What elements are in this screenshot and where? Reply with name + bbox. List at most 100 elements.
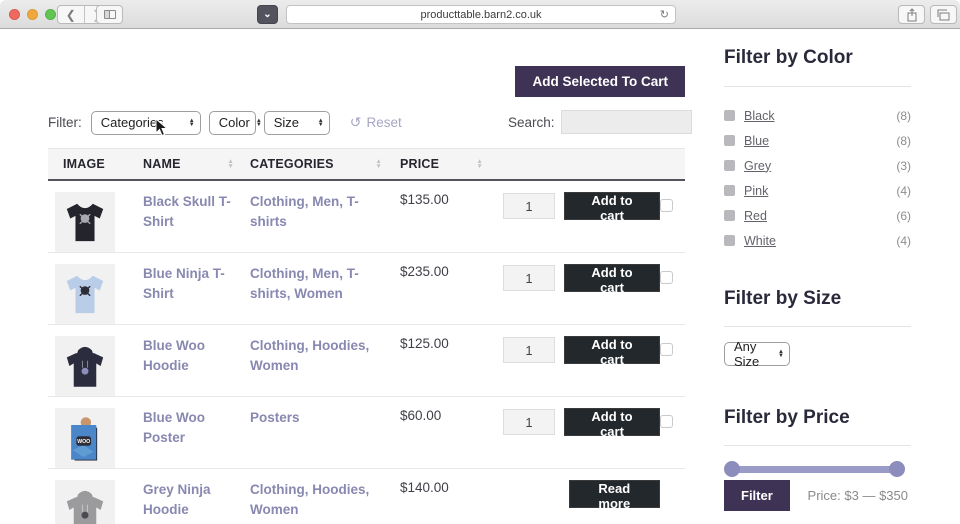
zoom-window-button[interactable]: [45, 9, 56, 20]
product-name-link[interactable]: Grey Ninja Hoodie: [143, 480, 234, 519]
add-to-cart-button[interactable]: Add to cart: [564, 192, 660, 220]
color-filter-link[interactable]: Grey: [744, 159, 771, 173]
price-range-slider: [724, 461, 905, 477]
sidebar-icon: [104, 10, 116, 19]
category-link[interactable]: Women: [294, 286, 343, 301]
slider-handle-min[interactable]: [724, 461, 740, 477]
reload-icon[interactable]: ↻: [660, 8, 669, 21]
column-header-categories[interactable]: CATEGORIES▲▼: [242, 157, 392, 171]
category-link[interactable]: Men: [312, 194, 339, 209]
share-button[interactable]: [898, 5, 925, 24]
color-filter-link[interactable]: Red: [744, 209, 767, 223]
categories-cell: Clothing, Men, T-shirts, Women: [242, 264, 392, 324]
browser-window: ❮ ❯ ⌄ producttable.barn2.co.uk ↻ Ad: [0, 0, 960, 524]
search-label: Search:: [508, 115, 555, 130]
color-filter-link[interactable]: White: [744, 234, 776, 248]
filter-by-size-title: Filter by Size: [724, 288, 841, 310]
divider: [724, 86, 911, 87]
color-filter-item: Black(8): [724, 103, 911, 128]
category-link[interactable]: Posters: [250, 410, 300, 425]
category-link[interactable]: Hoodies: [312, 482, 365, 497]
tshirt-product-thumbnail[interactable]: [55, 264, 115, 324]
product-price: $135.00: [400, 192, 449, 207]
image-cell: [48, 264, 135, 324]
product-name-link[interactable]: Black Skull T-Shirt: [143, 192, 234, 231]
sort-icon[interactable]: ▲▼: [227, 159, 234, 169]
select-stepper-icon: ▲▼: [318, 119, 324, 127]
color-filter-count: (8): [896, 134, 911, 148]
sort-icon[interactable]: ▲▼: [375, 159, 382, 169]
quantity-input[interactable]: [503, 337, 555, 363]
filter-select-color[interactable]: Color▲▼: [209, 111, 256, 135]
action-cell: Add to cart: [495, 336, 660, 396]
category-link[interactable]: Clothing: [250, 194, 305, 209]
category-link[interactable]: Women: [250, 358, 299, 373]
color-filter-link[interactable]: Black: [744, 109, 775, 123]
quantity-input[interactable]: [503, 409, 555, 435]
minimize-window-button[interactable]: [27, 9, 38, 20]
back-button[interactable]: ❮: [58, 6, 84, 23]
select-cell: [660, 480, 685, 524]
tshirt-product-thumbnail[interactable]: [55, 192, 115, 252]
filter-select-size[interactable]: Size▲▼: [264, 111, 330, 135]
window-controls: [9, 9, 56, 20]
tab-overview-button[interactable]: [930, 5, 957, 24]
row-checkbox[interactable]: [660, 199, 673, 212]
row-checkbox[interactable]: [660, 271, 673, 284]
quantity-input[interactable]: [503, 265, 555, 291]
category-link[interactable]: Hoodies: [312, 338, 365, 353]
add-selected-to-cart-button[interactable]: Add Selected To Cart: [515, 66, 685, 97]
hoodie-product-thumbnail[interactable]: [55, 336, 115, 396]
name-cell: Blue Woo Poster: [135, 408, 242, 468]
product-name-link[interactable]: Blue Ninja T-Shirt: [143, 264, 234, 303]
product-name-link[interactable]: Blue Woo Hoodie: [143, 336, 234, 375]
color-filter-count: (4): [896, 234, 911, 248]
color-filter-link[interactable]: Pink: [744, 184, 768, 198]
address-bar[interactable]: producttable.barn2.co.uk ↻: [286, 5, 676, 24]
slider-handle-max[interactable]: [889, 461, 905, 477]
filter-select-categories[interactable]: Categories▲▼: [91, 111, 201, 135]
select-stepper-icon: ▲▼: [778, 350, 784, 358]
add-to-cart-button[interactable]: Add to cart: [564, 264, 660, 292]
slider-track[interactable]: [728, 466, 901, 473]
column-header-image: IMAGE: [48, 157, 135, 171]
column-header-price[interactable]: PRICE▲▼: [392, 157, 495, 171]
category-link[interactable]: Women: [250, 502, 299, 517]
add-to-cart-button[interactable]: Add to cart: [564, 336, 660, 364]
category-link[interactable]: Men: [312, 266, 339, 281]
column-header-name[interactable]: NAME▲▼: [135, 157, 242, 171]
category-link[interactable]: Clothing: [250, 482, 305, 497]
read-more-button[interactable]: Read more: [569, 480, 660, 508]
price-range-text: Price: $3 — $350: [808, 488, 908, 503]
price-cell: $140.00: [392, 480, 495, 524]
sidebar-toggle-button[interactable]: [96, 5, 123, 24]
poster-product-thumbnail[interactable]: WOO: [55, 408, 115, 468]
size-select[interactable]: Any Size ▲▼: [724, 342, 790, 366]
name-cell: Blue Woo Hoodie: [135, 336, 242, 396]
quantity-input[interactable]: [503, 193, 555, 219]
categories-cell: Clothing, Men, T-shirts: [242, 192, 392, 252]
browser-toolbar: ❮ ❯ ⌄ producttable.barn2.co.uk ↻: [0, 0, 960, 29]
pocket-extension-button[interactable]: ⌄: [257, 5, 278, 24]
price-filter-button[interactable]: Filter: [724, 480, 790, 511]
pocket-icon: ⌄: [263, 9, 271, 20]
close-window-button[interactable]: [9, 9, 20, 20]
filter-toolbar: Filter: Categories▲▼Color▲▼Size▲▼ ↺ Rese…: [48, 110, 402, 135]
sort-icon[interactable]: ▲▼: [476, 159, 483, 169]
add-to-cart-button[interactable]: Add to cart: [564, 408, 660, 436]
search-input[interactable]: [561, 110, 692, 134]
product-name-link[interactable]: Blue Woo Poster: [143, 408, 234, 447]
hoodie-product-thumbnail[interactable]: [55, 480, 115, 524]
reset-icon: ↺: [350, 114, 362, 131]
table-row: Grey Ninja HoodieClothing, Hoodies, Wome…: [48, 469, 685, 524]
color-swatch-icon: [724, 235, 735, 246]
category-link[interactable]: Clothing: [250, 266, 305, 281]
reset-filters-link[interactable]: ↺ Reset: [350, 114, 402, 131]
category-link[interactable]: Clothing: [250, 338, 305, 353]
action-cell: Read more: [495, 480, 660, 524]
row-checkbox[interactable]: [660, 343, 673, 356]
product-price: $125.00: [400, 336, 449, 351]
search-area: Search:: [508, 110, 692, 134]
row-checkbox[interactable]: [660, 415, 673, 428]
color-filter-link[interactable]: Blue: [744, 134, 769, 148]
